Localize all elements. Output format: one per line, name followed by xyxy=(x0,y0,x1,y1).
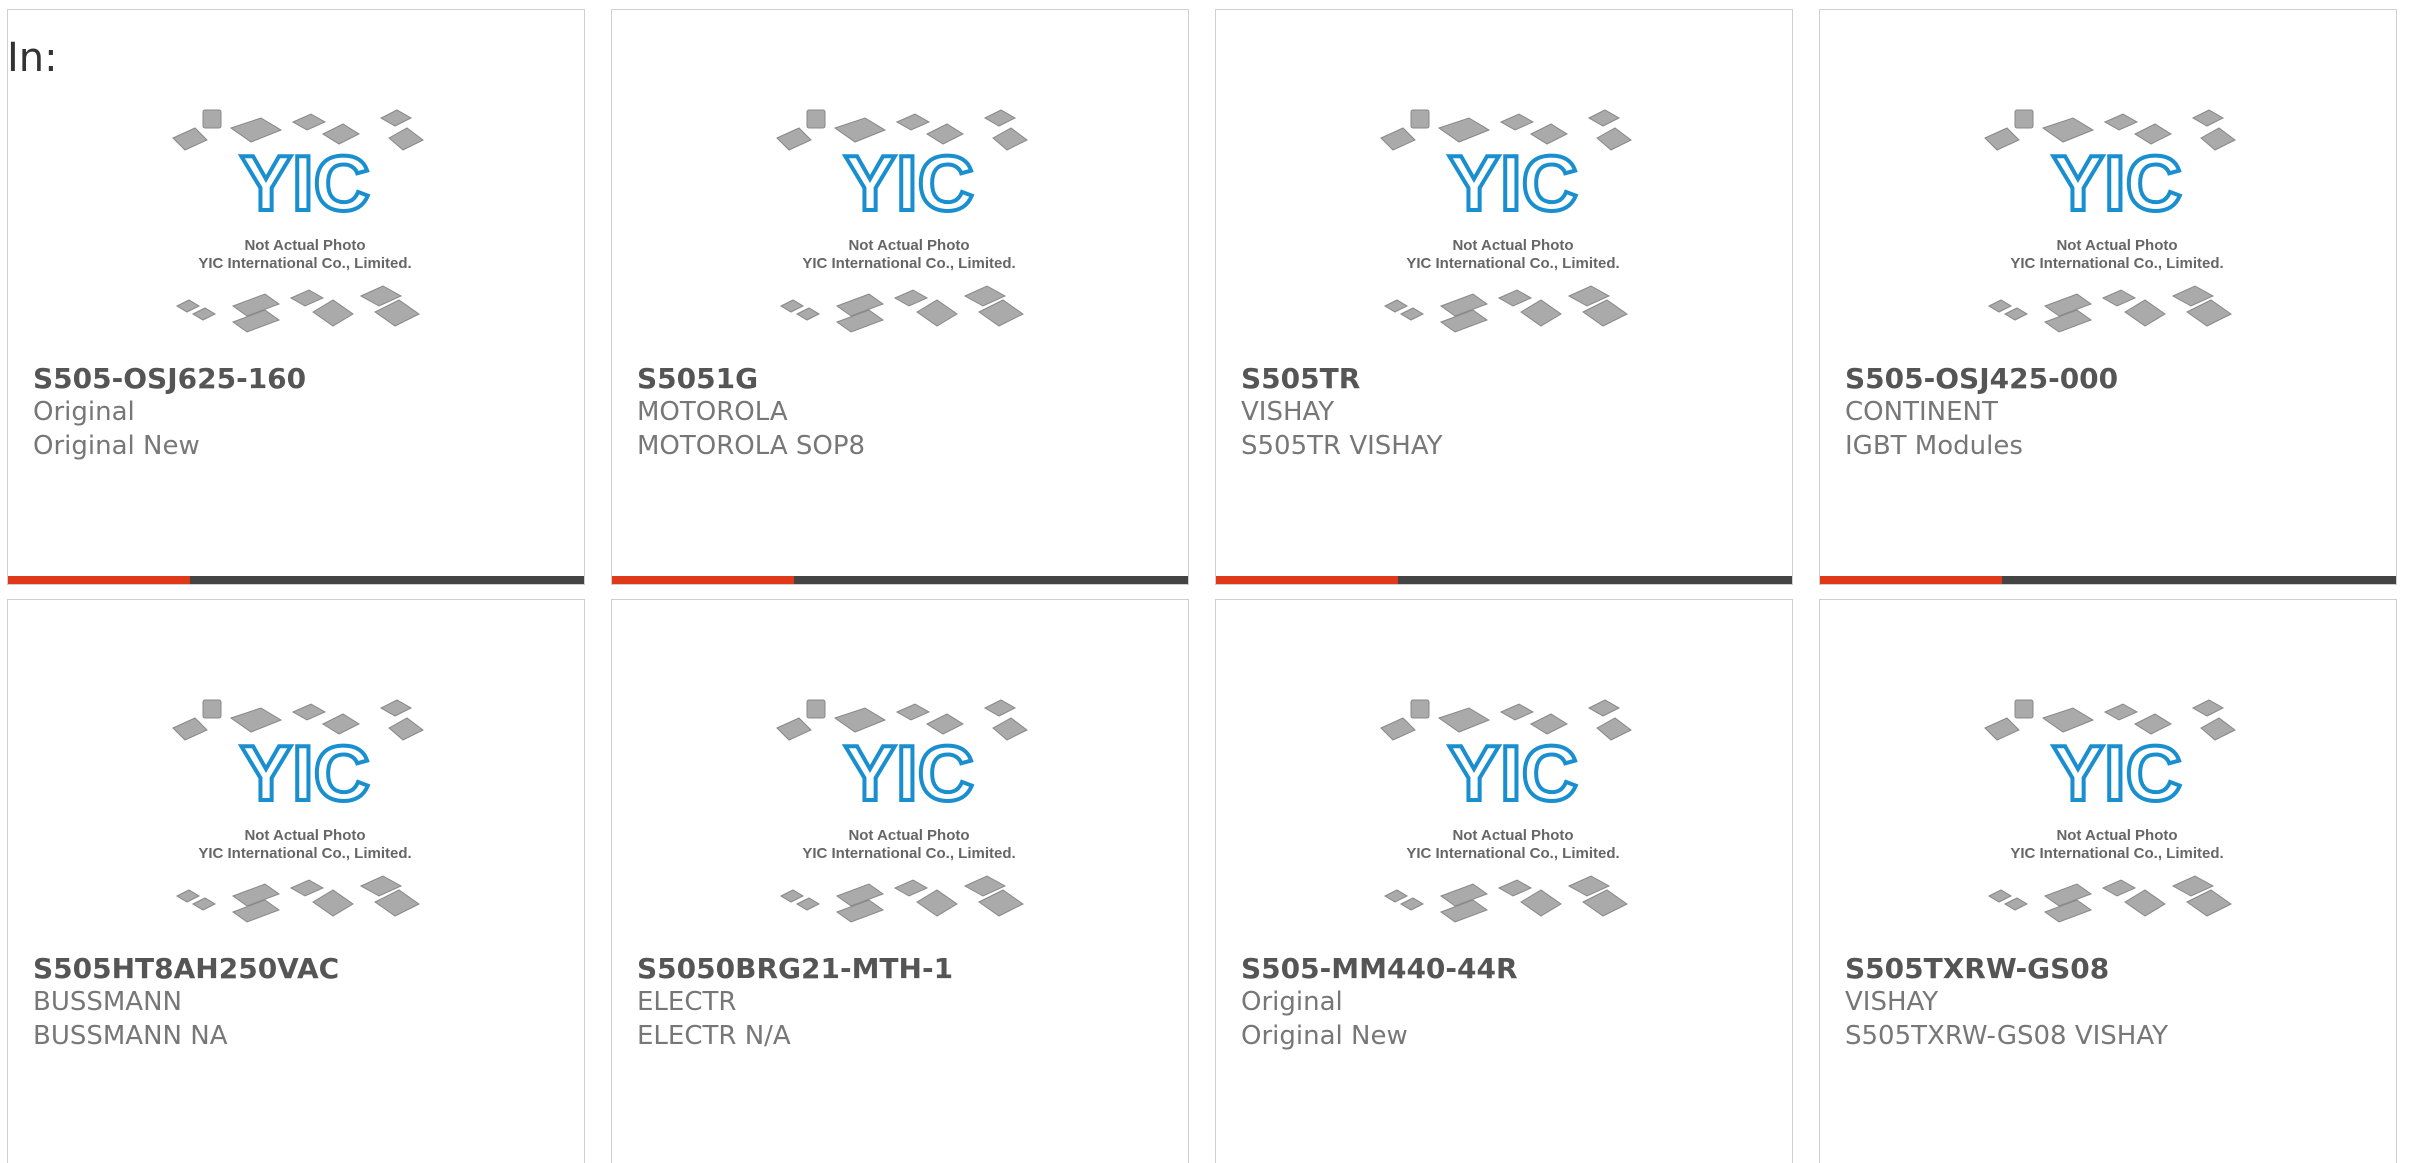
part-number[interactable]: S5051G xyxy=(637,362,758,395)
svg-text:YIC International Co., Limited: YIC International Co., Limited. xyxy=(1406,255,1619,272)
part-number[interactable]: S5050BRG21-MTH-1 xyxy=(637,952,953,985)
product-thumbnail-image: YIC Not Actual Photo YIC International C… xyxy=(776,109,1028,333)
product-card[interactable]: YIC Not Actual Photo YIC International C… xyxy=(1215,599,1793,1163)
product-thumbnail-image: YIC Not Actual Photo YIC International C… xyxy=(776,699,1028,923)
card-bar xyxy=(612,576,1188,584)
product-card[interactable]: YIC Not Actual Photo YIC International C… xyxy=(1819,9,2397,585)
description: S505TR VISHAY xyxy=(1241,431,1443,461)
svg-text:YIC International Co., Limited: YIC International Co., Limited. xyxy=(2010,845,2223,862)
yic-logo: YIC xyxy=(1448,729,1578,817)
description: IGBT Modules xyxy=(1845,431,2023,461)
manufacturer: CONTINENT xyxy=(1845,397,1998,427)
manufacturer: BUSSMANN xyxy=(33,987,182,1017)
product-grid: YIC Not Actual Photo YIC International C… xyxy=(0,0,2410,1163)
description: BUSSMANN NA xyxy=(33,1021,228,1051)
product-thumbnail-image: YIC Not Actual Photo YIC International C… xyxy=(1380,699,1632,923)
product-thumbnail-image: YIC Not Actual Photo YIC International C… xyxy=(172,699,424,923)
description: S505TXRW-GS08 VISHAY xyxy=(1845,1021,2168,1051)
svg-text:YIC International Co., Limited: YIC International Co., Limited. xyxy=(1406,845,1619,862)
yic-logo: YIC xyxy=(240,139,370,227)
card-bar-accent xyxy=(1820,576,2002,584)
svg-text:Not Actual Photo: Not Actual Photo xyxy=(2056,237,2177,254)
yic-logo: YIC xyxy=(240,729,370,817)
in-label: In: xyxy=(7,35,58,81)
svg-text:Not Actual Photo: Not Actual Photo xyxy=(848,237,969,254)
manufacturer: Original xyxy=(1241,987,1343,1017)
yic-logo: YIC xyxy=(844,729,974,817)
description: MOTOROLA SOP8 xyxy=(637,431,866,461)
svg-text:Not Actual Photo: Not Actual Photo xyxy=(244,237,365,254)
svg-text:YIC International Co., Limited: YIC International Co., Limited. xyxy=(2010,255,2223,272)
card-bar-accent xyxy=(1216,576,1398,584)
part-number[interactable]: S505HT8AH250VAC xyxy=(33,952,339,985)
description: Original New xyxy=(1241,1021,1408,1051)
svg-text:YIC International Co., Limited: YIC International Co., Limited. xyxy=(198,255,411,272)
manufacturer: VISHAY xyxy=(1845,987,1939,1017)
part-number[interactable]: S505TR xyxy=(1241,362,1360,395)
yic-logo: YIC xyxy=(844,139,974,227)
svg-text:Not Actual Photo: Not Actual Photo xyxy=(1452,827,1573,844)
product-card[interactable]: YIC Not Actual Photo YIC International C… xyxy=(7,599,585,1163)
product-thumbnail-image: YIC Not Actual Photo YIC International C… xyxy=(1984,699,2236,923)
manufacturer: ELECTR xyxy=(637,987,737,1017)
manufacturer: MOTOROLA xyxy=(637,397,788,427)
product-card[interactable]: YIC Not Actual Photo YIC International C… xyxy=(611,599,1189,1163)
part-number[interactable]: S505-OSJ425-000 xyxy=(1845,362,2118,395)
description: Original New xyxy=(33,431,200,461)
part-number[interactable]: S505TXRW-GS08 xyxy=(1845,952,2109,985)
card-bar-accent xyxy=(8,576,190,584)
svg-text:Not Actual Photo: Not Actual Photo xyxy=(848,827,969,844)
product-thumbnail-image: YIC Not Actual Photo YIC International C… xyxy=(1984,109,2236,333)
part-number[interactable]: S505-OSJ625-160 xyxy=(33,362,306,395)
svg-text:Not Actual Photo: Not Actual Photo xyxy=(2056,827,2177,844)
manufacturer: VISHAY xyxy=(1241,397,1335,427)
description: ELECTR N/A xyxy=(637,1021,791,1051)
svg-text:YIC International Co., Limited: YIC International Co., Limited. xyxy=(198,845,411,862)
product-card[interactable]: YIC Not Actual Photo YIC International C… xyxy=(7,9,585,585)
card-bar xyxy=(1216,576,1792,584)
card-bar xyxy=(1820,576,2396,584)
card-bar xyxy=(8,576,584,584)
part-number[interactable]: S505-MM440-44R xyxy=(1241,952,1518,985)
product-card[interactable]: YIC Not Actual Photo YIC International C… xyxy=(1819,599,2397,1163)
product-thumbnail-image: YIC Not Actual Photo YIC International C… xyxy=(172,109,424,333)
product-thumbnail-image: YIC Not Actual Photo YIC International C… xyxy=(1380,109,1632,333)
svg-text:Not Actual Photo: Not Actual Photo xyxy=(244,827,365,844)
yic-logo: YIC xyxy=(1448,139,1578,227)
product-card[interactable]: YIC Not Actual Photo YIC International C… xyxy=(611,9,1189,585)
svg-text:YIC International Co., Limited: YIC International Co., Limited. xyxy=(802,845,1015,862)
manufacturer: Original xyxy=(33,397,135,427)
card-bar-accent xyxy=(612,576,794,584)
yic-logo: YIC xyxy=(2052,729,2182,817)
yic-logo: YIC xyxy=(2052,139,2182,227)
product-card[interactable]: YIC Not Actual Photo YIC International C… xyxy=(1215,9,1793,585)
svg-text:YIC International Co., Limited: YIC International Co., Limited. xyxy=(802,255,1015,272)
svg-text:Not Actual Photo: Not Actual Photo xyxy=(1452,237,1573,254)
